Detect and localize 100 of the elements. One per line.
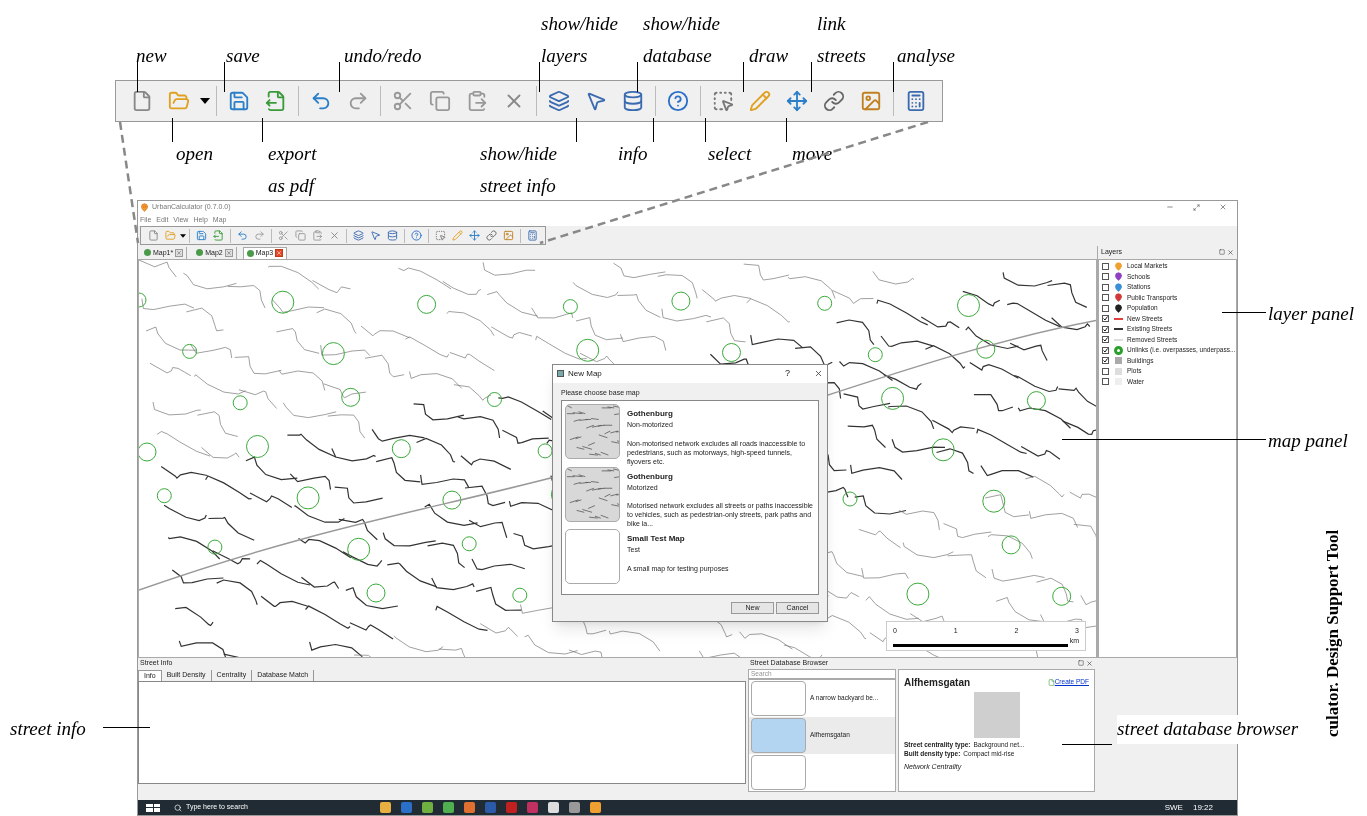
database-search-icon — [622, 90, 644, 112]
selection-pointer-icon — [712, 90, 734, 112]
close-icon[interactable] — [1219, 203, 1227, 212]
leader-line — [1062, 744, 1112, 745]
taskbar-app-icon[interactable] — [401, 802, 412, 813]
dialog-help[interactable]: ? — [785, 367, 790, 381]
dropdown-arrow-icon — [200, 98, 210, 104]
document-icon — [1047, 678, 1055, 686]
selection-pointer-icon — [435, 230, 446, 242]
taskbar-app-icon[interactable] — [380, 802, 391, 813]
layer-checkbox[interactable] — [1102, 378, 1109, 386]
toolbar-callout-label: analyse — [897, 44, 956, 68]
chain-link-icon — [486, 230, 497, 242]
leader-line — [1222, 312, 1266, 313]
leader-line — [103, 727, 150, 728]
close-icon[interactable] — [1227, 248, 1234, 256]
float-icon[interactable] — [1078, 660, 1084, 667]
clock[interactable]: 19:22 — [1192, 801, 1213, 814]
language-indicator[interactable]: SWE — [1164, 801, 1183, 814]
option-title: Gothenburg — [627, 470, 674, 483]
leader-line — [539, 62, 540, 92]
street-heading: Alfhemsgatan — [904, 675, 971, 690]
taskbar-app-icon[interactable] — [569, 802, 580, 813]
copy-button[interactable] — [292, 227, 309, 244]
move-arrows-icon — [469, 230, 480, 242]
leader-line — [893, 62, 894, 92]
layer-checkbox[interactable] — [1102, 325, 1109, 333]
leader-line — [576, 118, 577, 142]
globe-icon — [246, 249, 254, 257]
layer-checkbox[interactable] — [1102, 367, 1109, 375]
taskbar-app-icon[interactable] — [527, 802, 538, 813]
toolbar-callout-label: undo/redo — [344, 44, 422, 68]
layer-checkbox[interactable] — [1102, 336, 1109, 344]
app-logo-icon — [140, 203, 149, 212]
taskbar-app-icon[interactable] — [485, 802, 496, 813]
globe-icon — [196, 249, 204, 257]
leader-line — [811, 62, 812, 92]
scissors-icon — [278, 230, 289, 242]
layer-checkbox[interactable] — [1102, 304, 1109, 312]
figure-caption: culator. Design Support Tool — [1322, 529, 1344, 739]
chain-link-icon — [823, 90, 845, 112]
option-title: Gothenburg — [627, 408, 674, 421]
globe-icon — [144, 249, 151, 257]
panel-callout-label: street info — [10, 717, 86, 741]
taskbar-app-icon[interactable] — [548, 802, 559, 813]
close-tab-icon[interactable] — [224, 248, 233, 257]
chain-link-button[interactable] — [483, 227, 500, 244]
undo-icon — [310, 90, 332, 112]
picture-icon — [503, 230, 514, 242]
toolbar-callout-label: show/hide street info — [480, 142, 558, 198]
leader-line — [262, 118, 263, 142]
redo-icon — [347, 90, 369, 112]
help-button[interactable] — [408, 227, 425, 244]
toolbar-callout-label: show/hide layers — [541, 12, 619, 68]
layers-icon — [353, 230, 364, 242]
toolbar-callout-label: info — [618, 142, 648, 166]
layer-checkbox[interactable] — [1102, 315, 1109, 323]
layer-checkbox[interactable] — [1102, 294, 1109, 302]
layer-checkbox[interactable] — [1102, 346, 1109, 354]
taskbar-app-icon[interactable] — [422, 802, 433, 813]
layer-checkbox[interactable] — [1102, 273, 1109, 281]
copy-icon — [295, 230, 306, 242]
toolbar-callout-label: new — [136, 44, 167, 68]
scissors-icon — [392, 90, 414, 112]
folder-icon — [165, 230, 176, 242]
close-icon[interactable] — [814, 369, 823, 379]
taskbar-app-icon[interactable] — [443, 802, 454, 813]
layer-checkbox[interactable] — [1102, 262, 1109, 270]
restore-icon[interactable] — [1193, 204, 1200, 211]
pencil-button[interactable] — [449, 227, 466, 244]
toolbar-callout-label: select — [708, 142, 752, 166]
move-arrows-button[interactable] — [466, 227, 483, 244]
float-icon[interactable] — [1219, 249, 1225, 256]
help-icon — [667, 90, 689, 112]
close-icon[interactable] — [1086, 659, 1093, 667]
layer-checkbox[interactable] — [1102, 357, 1109, 365]
taskbar-app-icon[interactable] — [590, 802, 601, 813]
leader-line — [137, 62, 138, 92]
paste-icon — [466, 90, 488, 112]
calculator-icon — [905, 90, 927, 112]
leader-line — [653, 118, 654, 142]
layers-button[interactable] — [350, 227, 367, 244]
paste-icon — [312, 230, 323, 242]
taskbar-app-icon[interactable] — [506, 802, 517, 813]
pointer-info-icon — [370, 230, 381, 242]
dialog-title: New Map — [568, 367, 602, 380]
close-tab-icon[interactable] — [275, 249, 284, 258]
move-arrows-icon — [786, 90, 808, 112]
panel-callout-label: map panel — [1268, 429, 1348, 453]
copy-icon — [429, 90, 451, 112]
layer-checkbox[interactable] — [1102, 283, 1109, 291]
leader-line — [172, 118, 173, 142]
close-tab-icon[interactable] — [175, 248, 184, 257]
panel-callout-label: layer panel — [1268, 302, 1354, 326]
dropdown-arrow-icon — [179, 233, 186, 238]
database-search-icon — [387, 230, 398, 242]
taskbar-app-icon[interactable] — [464, 802, 475, 813]
toolbar-callout-label: open — [176, 142, 213, 166]
leader-line — [743, 62, 744, 92]
start-button[interactable] — [146, 803, 160, 812]
